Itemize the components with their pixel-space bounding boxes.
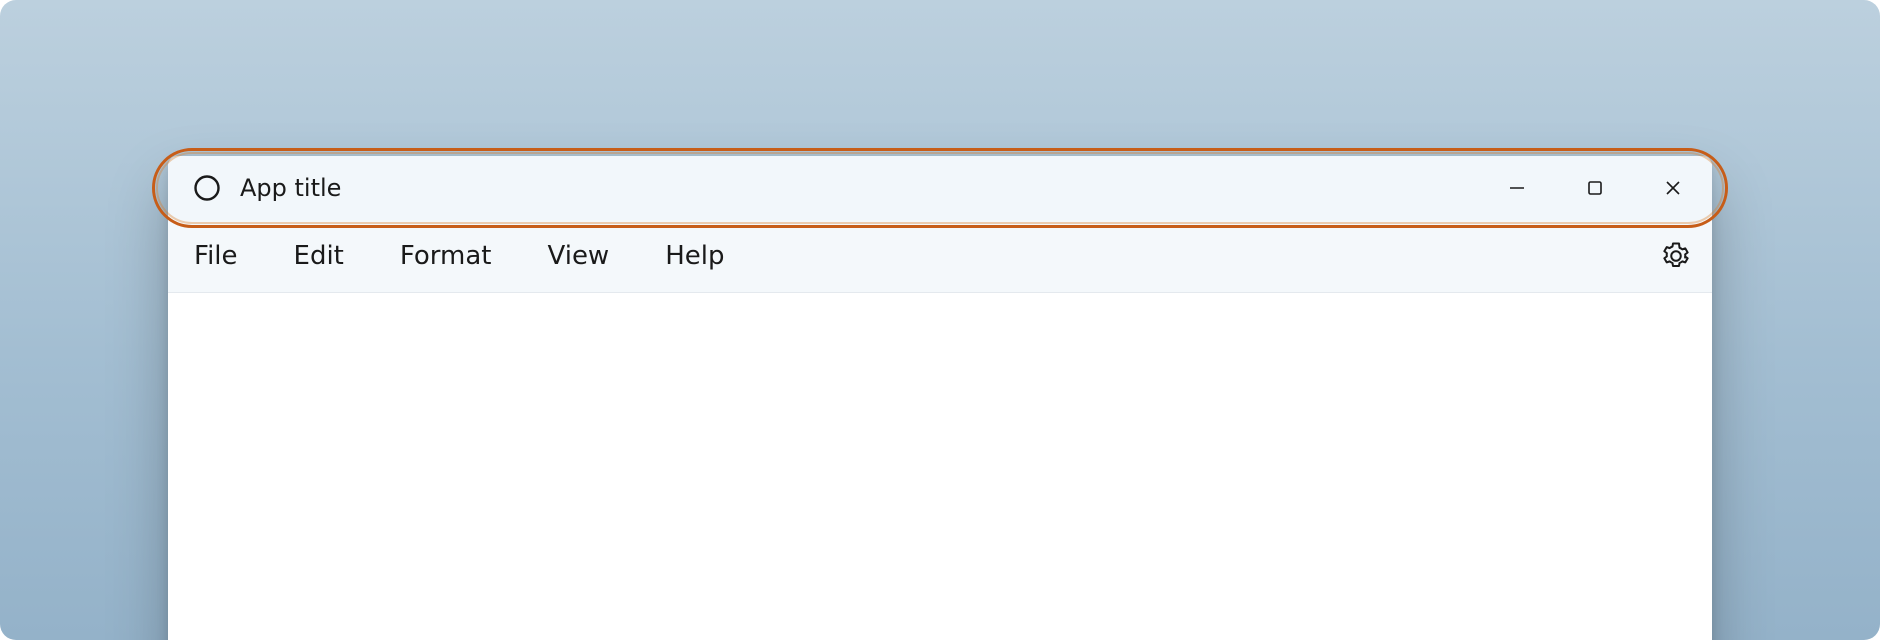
title-bar[interactable]: App title [168,156,1712,220]
minimize-button[interactable] [1478,156,1556,220]
maximize-button[interactable] [1556,156,1634,220]
gear-icon [1661,241,1691,271]
close-icon [1664,179,1682,197]
caption-buttons [1478,156,1712,220]
menu-item-format[interactable]: Format [398,237,494,275]
desktop-background: App title [0,0,1880,640]
app-window: App title [168,156,1712,640]
app-icon [192,173,222,203]
settings-button[interactable] [1656,236,1696,276]
menu-bar: File Edit Format View Help [168,220,1712,293]
app-title: App title [240,174,341,202]
menu-item-edit[interactable]: Edit [292,237,346,275]
maximize-icon [1586,179,1604,197]
minimize-icon [1508,179,1526,197]
title-bar-drag-region[interactable] [341,156,1478,220]
close-button[interactable] [1634,156,1712,220]
menu-item-file[interactable]: File [192,237,240,275]
menu-item-view[interactable]: View [546,237,612,275]
content-area [168,293,1712,640]
menu-item-help[interactable]: Help [663,237,726,275]
